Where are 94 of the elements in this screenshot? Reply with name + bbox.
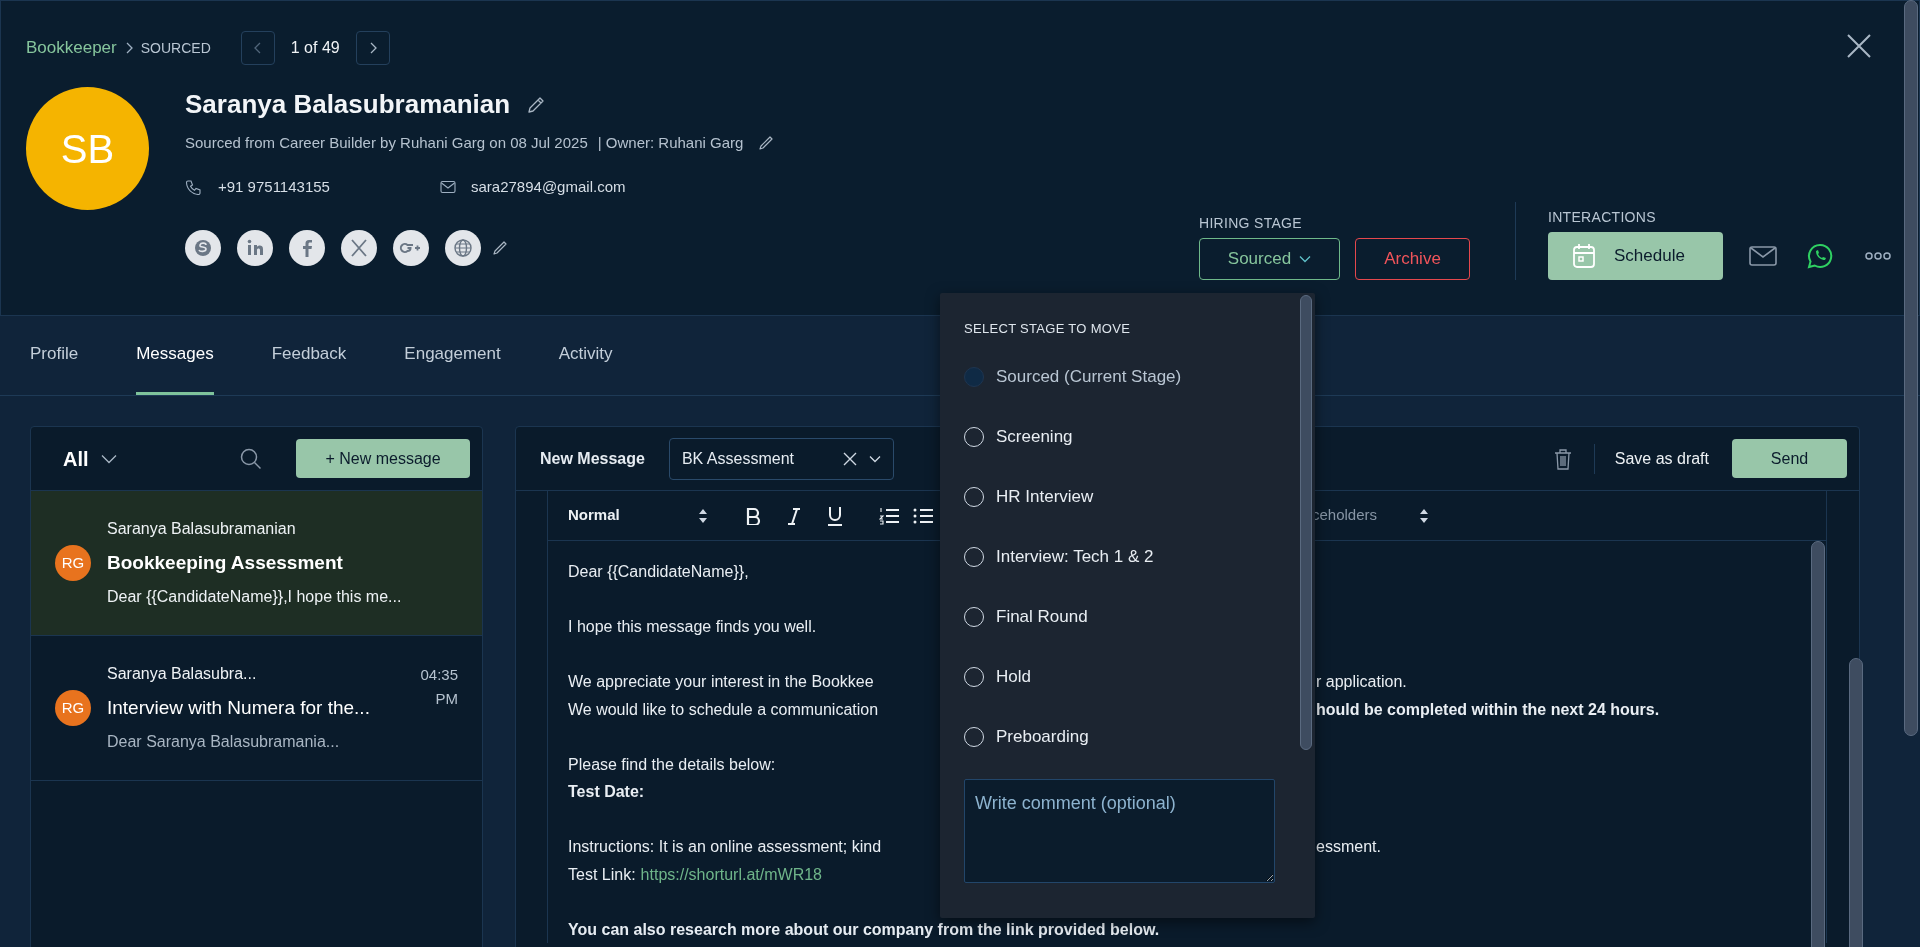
save-draft-button[interactable]: Save as draft (1614, 446, 1709, 471)
sort-arrows-icon (1419, 507, 1430, 524)
message-time: 04:35 PM (419, 665, 458, 709)
tab[interactable]: Feedback (271, 316, 347, 395)
next-button[interactable] (355, 31, 390, 65)
body-text: r application. (1316, 673, 1407, 690)
trash-icon[interactable] (1553, 447, 1572, 470)
body-text: Instructions: It is an online assessment; kind (568, 838, 882, 855)
message-subject: Interview with Numera for the... (107, 695, 371, 720)
tab[interactable]: Engagement (404, 316, 501, 395)
body-text: essment. (1316, 838, 1381, 855)
schedule-button[interactable]: Schedule (1548, 232, 1723, 280)
stage-option[interactable]: Final Round (964, 586, 1291, 647)
message-subject: Bookkeeping Assessment (107, 550, 344, 575)
sender-name: Saranya Balasubramanian (107, 518, 297, 539)
chat-bubble-icon[interactable] (1807, 243, 1833, 269)
body-text: hould be completed within the next 24 hours. (1316, 700, 1660, 718)
sender-name: Saranya Balasubra... (107, 663, 258, 684)
new-message-button[interactable]: + New message (296, 439, 470, 478)
owner-text: | Owner: Ruhani Garg (597, 133, 744, 153)
email-address: sara27894@gmail.com (471, 176, 626, 197)
social-link-icon[interactable] (237, 230, 273, 266)
italic-icon[interactable] (787, 506, 801, 525)
social-link-icon[interactable] (445, 230, 481, 266)
pager-position: 1 of 49 (290, 38, 340, 58)
candidate-name: Saranya Balasubramanian (185, 88, 511, 121)
numbered-list-icon[interactable] (879, 506, 899, 525)
composer-title: New Message (540, 448, 645, 469)
link[interactable]: https://shorturl.at/mWR18 (640, 865, 822, 883)
scrollbar[interactable] (1849, 658, 1863, 947)
message-item[interactable]: RG Saranya Balasubra... Interview with Numera for the... Dear Saranya Balasubramania... 04:35 PM (31, 636, 482, 781)
body-text: We appreciate your interest in the Bookkee (568, 673, 874, 690)
tab[interactable]: Profile (30, 316, 79, 395)
section-label: INTERACTIONS (1548, 208, 1657, 227)
stage-option[interactable]: Hold (964, 646, 1291, 707)
message-item[interactable]: RG Saranya Balasubramanian Bookkeeping Assessment Dear {{CandidateName}},I hope this me... (31, 491, 482, 636)
source-text: Sourced from Career Builder by Ruhani Garg on 08 Jul 2025 (185, 133, 588, 153)
breadcrumb-link[interactable]: Bookkeeper (26, 35, 117, 61)
message-preview: Dear Saranya Balasubramania... (107, 732, 341, 753)
stage-option[interactable]: Screening (964, 406, 1291, 467)
send-button[interactable]: Send (1732, 439, 1847, 478)
social-link-icon[interactable] (341, 230, 377, 266)
body-text: I hope this message finds you well. (568, 618, 817, 635)
stage-dropdown[interactable]: Sourced (1199, 238, 1340, 280)
stage-option[interactable]: HR Interview (964, 466, 1291, 527)
format-dropdown[interactable]: Normal (568, 504, 708, 527)
more-icon[interactable] (1865, 252, 1891, 260)
social-link-icon[interactable] (289, 230, 325, 266)
search-icon[interactable] (240, 447, 262, 470)
sort-arrows-icon (698, 507, 708, 524)
bold-icon[interactable] (745, 506, 761, 525)
mail-icon[interactable] (1749, 246, 1777, 266)
calendar-icon (1572, 243, 1596, 269)
menu-title: SELECT STAGE TO MOVE (964, 320, 1132, 338)
section-label: HIRING STAGE (1199, 214, 1303, 233)
breadcrumb-current: SOURCED (140, 38, 211, 58)
phone-number: +91 9751143155 (218, 176, 331, 197)
message-preview: Dear {{CandidateName}},I hope this me... (107, 587, 403, 608)
body-text: Dear {{CandidateName}}, (568, 563, 749, 580)
chevron-down-icon (1299, 255, 1312, 263)
comment-field[interactable]: Write comment (optional) (964, 778, 1275, 883)
template-value: BK Assessment (681, 448, 794, 469)
underline-icon[interactable] (827, 505, 843, 526)
stage-option[interactable]: Interview: Tech 1 & 2 (964, 526, 1291, 587)
phone-icon (185, 178, 201, 195)
tab[interactable]: Activity (558, 316, 613, 395)
scrollbar[interactable] (1811, 541, 1825, 947)
chevron-down-icon (100, 453, 117, 464)
body-text: We would like to schedule a communication (568, 700, 879, 718)
candidate-avatar: SB (26, 87, 149, 210)
stage-option[interactable]: Preboarding (964, 706, 1291, 767)
social-link-icon[interactable] (393, 230, 429, 266)
body-text: You can also research more about our company from the link provided below. (568, 919, 1161, 940)
filter-dropdown[interactable]: All (63, 443, 117, 474)
chevron-down-icon (868, 454, 881, 463)
body-text: Test Link: (568, 865, 636, 883)
body-text: Please find the details below: (568, 755, 776, 773)
bullet-list-icon[interactable] (913, 506, 933, 525)
close-icon[interactable] (1846, 33, 1872, 59)
social-link-icon[interactable] (185, 230, 221, 266)
scrollbar[interactable] (1300, 295, 1312, 750)
mail-icon (440, 179, 456, 194)
template-select[interactable]: BK Assessment (668, 437, 894, 480)
tab[interactable]: Messages (136, 316, 214, 395)
archive-button[interactable]: Archive (1355, 238, 1470, 280)
sender-avatar: RG (55, 545, 91, 581)
scrollbar[interactable] (1904, 0, 1918, 736)
body-text: Test Date: (568, 783, 645, 800)
radio-button[interactable] (964, 366, 984, 387)
chevron-left-icon (252, 41, 263, 55)
sender-avatar: RG (55, 690, 91, 726)
stage-option[interactable]: Sourced (Current Stage) (964, 346, 1291, 407)
clear-icon[interactable] (842, 451, 857, 466)
edit-icon[interactable] (491, 239, 509, 257)
